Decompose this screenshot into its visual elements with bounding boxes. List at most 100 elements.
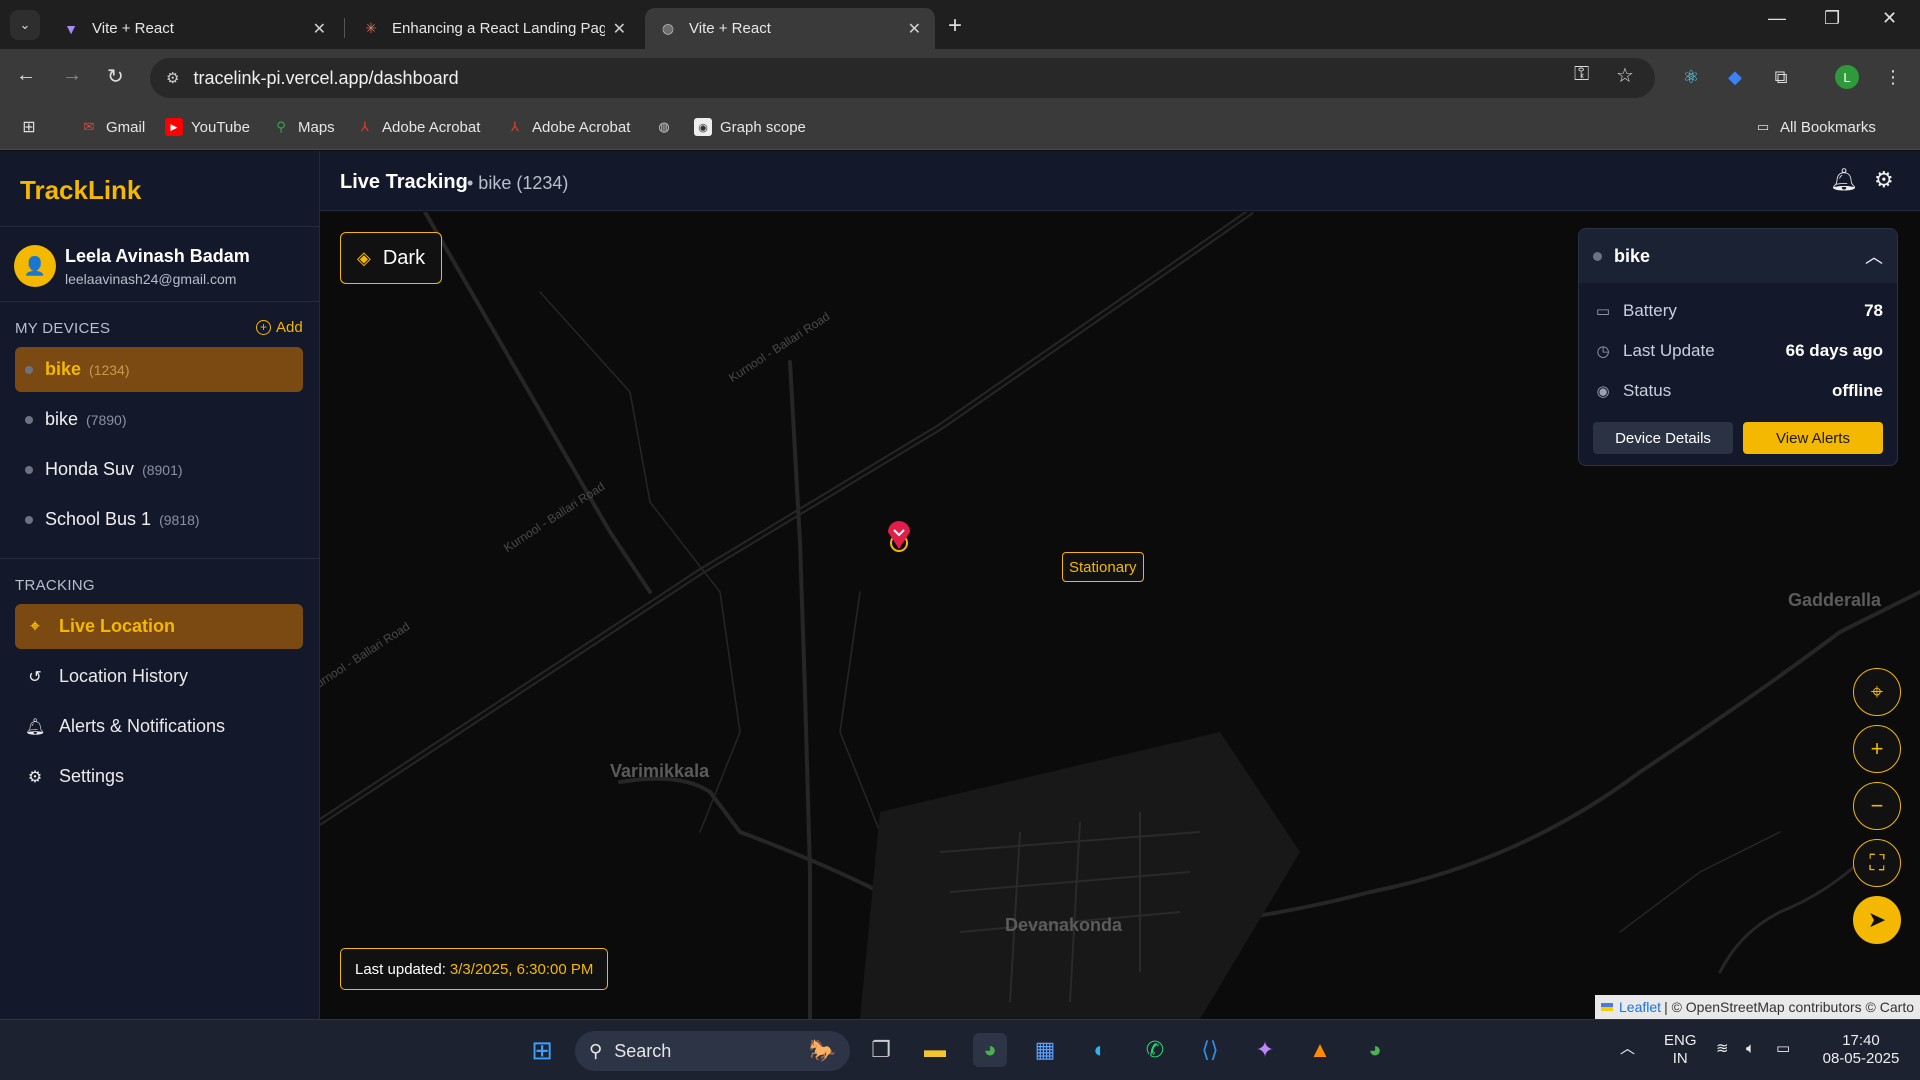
windows-start-icon[interactable]: ⊞	[525, 1033, 559, 1067]
taskbar-search[interactable]: ⚲ Search 🐎	[575, 1031, 850, 1071]
bookmark-label: YouTube	[191, 118, 250, 136]
map-pin-icon: ⌖	[30, 617, 40, 635]
panel-device-name: bike	[1614, 245, 1651, 266]
zoom-out-icon[interactable]: −	[1853, 782, 1901, 830]
bookmark-label: Adobe Acrobat	[382, 118, 481, 136]
device-name: Honda Suv	[45, 459, 135, 479]
bookmark-adobe-1[interactable]: ⅄ Adobe Acrobat	[356, 118, 480, 136]
close-icon[interactable]: ✕	[613, 19, 626, 39]
language-indicator[interactable]: ENG IN	[1664, 1032, 1697, 1068]
tab-search-button[interactable]: ⌄	[10, 10, 40, 40]
vscode-icon[interactable]: ⟨⟩	[1193, 1033, 1227, 1067]
apps-grid-icon[interactable]: ⊞	[20, 118, 46, 136]
gear-icon: ⚙	[27, 768, 43, 786]
bookmark-gmail[interactable]: ✉ Gmail	[80, 118, 146, 136]
window-close-icon[interactable]: ✕	[1882, 8, 1897, 29]
brand-logo[interactable]: TrackLink	[20, 175, 141, 206]
panel-header[interactable]: bike ︿	[1579, 229, 1897, 283]
chrome-icon[interactable]: ◕	[973, 1033, 1007, 1067]
close-icon[interactable]: ✕	[313, 19, 326, 39]
clock[interactable]: 17:40 08-05-2025	[1816, 1032, 1906, 1068]
tray-overflow-icon[interactable]: ︿	[1620, 1040, 1635, 1058]
add-device-button[interactable]: + Add	[256, 319, 303, 336]
wifi-icon[interactable]: ≋	[1716, 1040, 1729, 1058]
browser-tab-3-active[interactable]: ◍ Vite + React ✕	[645, 8, 935, 49]
battery-row: ▭ Battery 78	[1593, 297, 1883, 325]
navigate-arrow-icon[interactable]: ➤	[1853, 896, 1901, 944]
zoom-in-icon[interactable]: +	[1853, 725, 1901, 773]
whatsapp-icon[interactable]: ✆	[1138, 1033, 1172, 1067]
leaflet-flag-icon	[1601, 1003, 1614, 1011]
device-item-school-bus-1[interactable]: School Bus 1 (9818)	[15, 497, 303, 542]
divider	[0, 226, 320, 227]
bookmark-globe[interactable]: ◍	[655, 118, 681, 136]
user-icon[interactable]: 👤	[14, 245, 56, 287]
extensions-puzzle-icon[interactable]: ⧉	[1768, 64, 1794, 90]
password-key-icon[interactable]: ⚿	[1574, 63, 1589, 86]
tab-title: Vite + React	[689, 20, 771, 37]
status-dot	[25, 365, 33, 374]
url-field[interactable]: ⚙ tracelink-pi.vercel.app/dashboard	[150, 58, 1655, 98]
device-details-button[interactable]: Device Details	[1593, 422, 1733, 454]
notification-bell-icon[interactable]: 🔔︎	[1830, 167, 1858, 193]
profile-avatar[interactable]: L	[1835, 65, 1859, 89]
view-alerts-button[interactable]: View Alerts	[1743, 422, 1883, 454]
layer-label: Dark	[382, 246, 426, 269]
back-icon[interactable]: ←	[16, 64, 36, 87]
minimize-icon[interactable]: —	[1768, 8, 1786, 29]
language-bottom: IN	[1672, 1050, 1688, 1067]
volume-icon[interactable]: 🔈︎	[1746, 1040, 1755, 1058]
bookmark-graph-scope[interactable]: ◉ Graph scope	[694, 118, 806, 136]
site-info-icon[interactable]: ⚙	[166, 69, 179, 87]
nav-live-location[interactable]: ⌖ Live Location	[15, 604, 303, 649]
chrome-profile-icon[interactable]: ◕	[1358, 1033, 1392, 1067]
vlc-icon[interactable]: ▲	[1303, 1033, 1337, 1067]
leaflet-link[interactable]: Leaflet	[1619, 999, 1661, 1015]
folder-icon: ▭	[1756, 119, 1770, 134]
add-label: Add	[276, 319, 303, 336]
bookmark-youtube[interactable]: ▶ YouTube	[165, 118, 250, 136]
extension-drop-icon[interactable]: ◆	[1722, 64, 1748, 90]
device-item-bike-7890[interactable]: bike (7890)	[15, 397, 303, 442]
browser-tab-1[interactable]: ▼ Vite + React ✕	[48, 8, 340, 49]
bookmark-all-bookmarks[interactable]: ▭ All Bookmarks	[1754, 118, 1876, 136]
forward-icon[interactable]: →	[62, 64, 82, 87]
app-header: Live Tracking • bike (1234) 🔔︎ ⚙	[320, 151, 1920, 211]
nav-alerts-notifications[interactable]: 🔔︎ Alerts & Notifications	[15, 704, 303, 749]
nav-settings[interactable]: ⚙ Settings	[15, 754, 303, 799]
file-explorer-icon[interactable]: ▬	[918, 1033, 952, 1067]
battery-icon[interactable]: ▭	[1776, 1040, 1790, 1058]
task-view-icon[interactable]: ❐	[864, 1033, 898, 1067]
bookmark-maps[interactable]: ⚲ Maps	[272, 118, 334, 136]
windows-taskbar: ⊞ ⚲ Search 🐎 ❐ ▬ ◕ ▦ ◐ ✆ ⟨⟩ ✦ ▲ ◕ ︿ ENG …	[0, 1019, 1920, 1080]
browser-menu-icon[interactable]: ⋮	[1880, 64, 1906, 90]
vehicle-marker[interactable]	[888, 521, 910, 552]
edge-icon[interactable]: ◐	[1083, 1033, 1117, 1067]
reload-icon[interactable]: ↻	[107, 64, 124, 89]
settings-gear-icon[interactable]: ⚙	[1874, 167, 1894, 193]
locate-crosshair-icon[interactable]: ⌖	[1853, 668, 1901, 716]
map-view[interactable]: Kurnool - Ballari Road Kurnool - Ballari…	[320, 212, 1920, 1019]
clock-time: 17:40	[1842, 1032, 1880, 1049]
microsoft-store-icon[interactable]: ▦	[1028, 1033, 1062, 1067]
nav-location-history[interactable]: ↺ Location History	[15, 654, 303, 699]
tab-title: Enhancing a React Landing Page	[392, 20, 605, 37]
fullscreen-icon[interactable]: ⛶	[1853, 839, 1901, 887]
new-tab-icon[interactable]: +	[948, 12, 962, 40]
status-dot	[25, 415, 33, 424]
device-name: School Bus 1	[45, 509, 152, 529]
search-highlight-icon: 🐎	[808, 1038, 836, 1063]
chevron-up-icon[interactable]: ︿	[1865, 243, 1883, 269]
last-update-row: ◷ Last Update 66 days ago	[1593, 337, 1883, 365]
bookmark-adobe-2[interactable]: ⅄ Adobe Acrobat	[506, 118, 630, 136]
browser-tab-2[interactable]: ✳ Enhancing a React Landing Page ✕	[348, 8, 640, 49]
device-item-bike-1234[interactable]: bike (1234)	[15, 347, 303, 392]
device-item-honda-suv[interactable]: Honda Suv (8901)	[15, 447, 303, 492]
bookmark-star-icon[interactable]: ☆	[1616, 63, 1634, 88]
status-dot	[25, 515, 33, 524]
restore-icon[interactable]: ❐	[1824, 8, 1840, 29]
react-devtools-icon[interactable]: ⚛	[1678, 64, 1704, 90]
copilot-icon[interactable]: ✦	[1248, 1033, 1282, 1067]
map-layer-toggle[interactable]: ◈ Dark	[340, 232, 443, 284]
close-icon[interactable]: ✕	[908, 19, 921, 39]
